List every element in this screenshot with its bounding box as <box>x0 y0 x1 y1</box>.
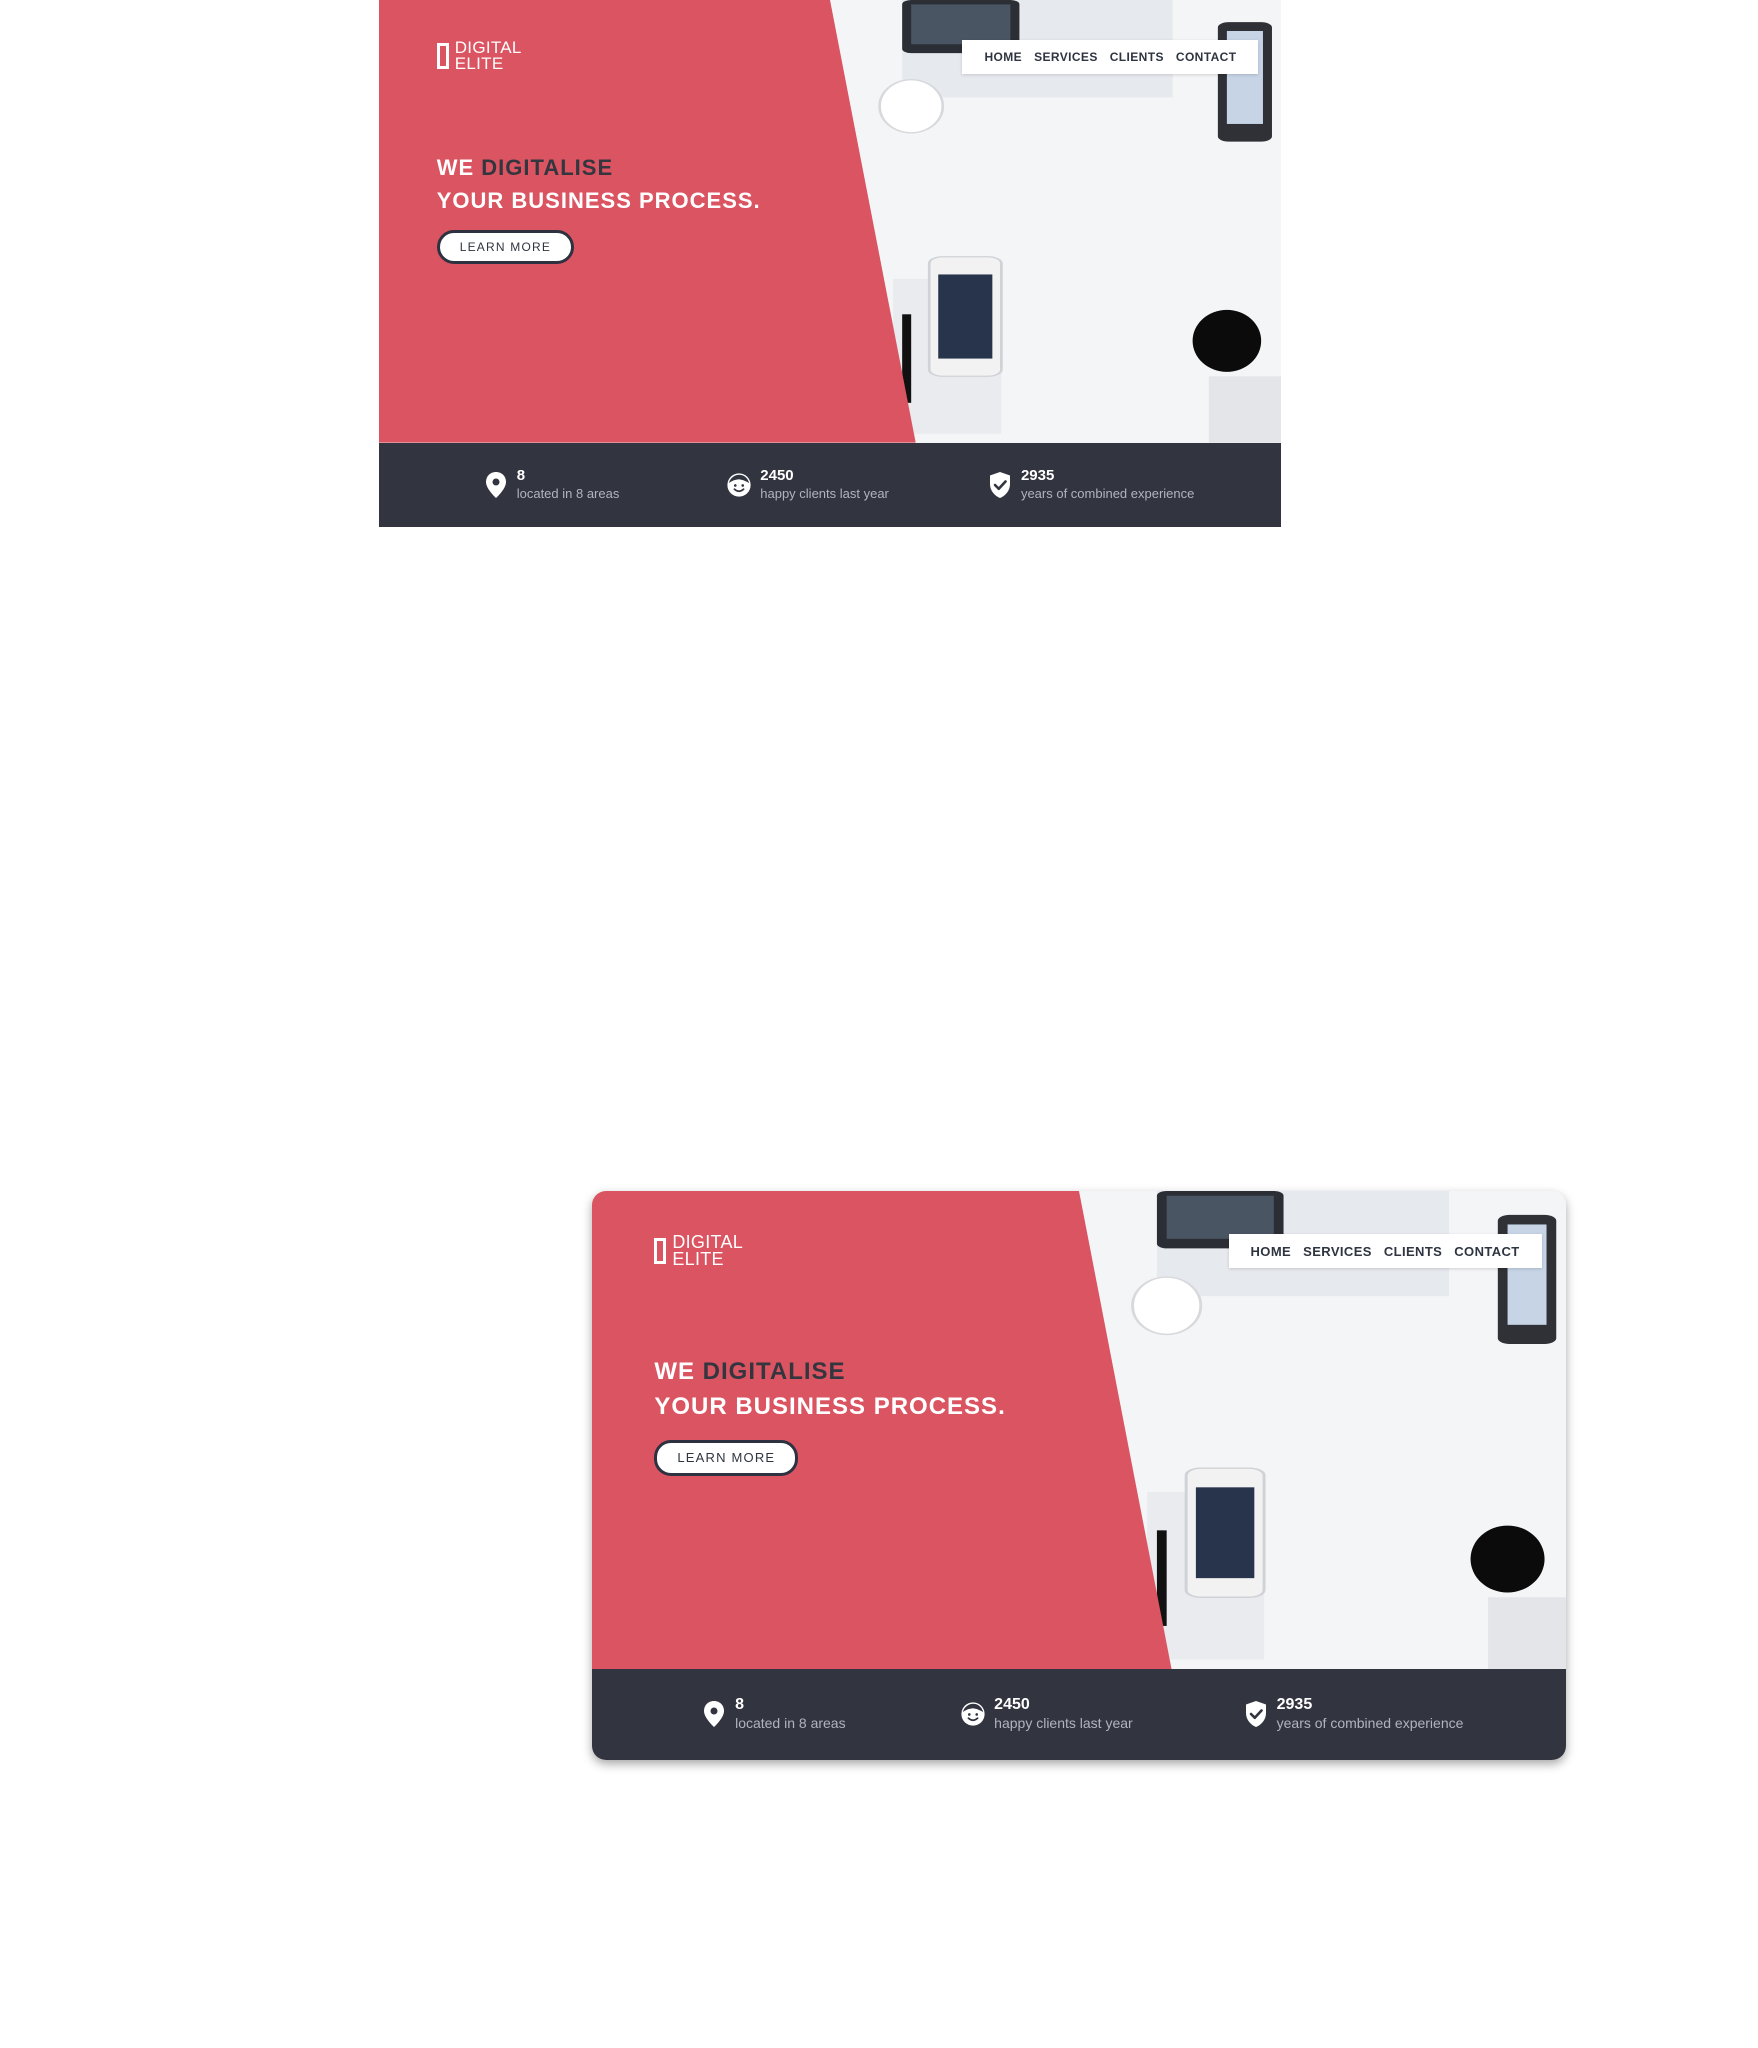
shield-check-icon <box>989 471 1010 498</box>
stat-label: years of combined experience <box>1020 485 1195 501</box>
headline-line-2: YOUR BUSINESS PROCESS. <box>436 187 761 213</box>
stats-bar: 8 located in 8 areas 2450 happy clients … <box>379 442 1281 527</box>
hero-headline: WE DIGITALISE YOUR BUSINESS PROCESS. <box>654 1354 1005 1424</box>
nav-clients[interactable]: CLIENTS <box>1384 1244 1442 1259</box>
top-nav: HOME SERVICES CLIENTS CONTACT <box>962 39 1259 74</box>
stat-number: 2935 <box>1276 1696 1313 1714</box>
shield-check-icon <box>1245 1701 1266 1728</box>
stat-label: happy clients last year <box>994 1715 1133 1732</box>
learn-more-button[interactable]: LEARN MORE <box>654 1439 799 1476</box>
stat-experience: 2935 years of combined experience <box>987 467 1194 503</box>
headline-highlight: DIGITALISE <box>481 154 614 180</box>
brand-logo[interactable]: DIGITAL ELITE <box>436 39 522 73</box>
nav-contact[interactable]: CONTACT <box>1454 1244 1519 1259</box>
nav-clients[interactable]: CLIENTS <box>1110 50 1164 64</box>
nav-services[interactable]: SERVICES <box>1303 1244 1372 1259</box>
hero-headline: WE DIGITALISE YOUR BUSINESS PROCESS. <box>437 151 761 217</box>
stat-label: located in 8 areas <box>516 485 620 501</box>
hero-section: DIGITAL ELITE HOME SERVICES CLIENTS CONT… <box>592 1191 1566 1669</box>
landing-page-mockup-flat: DIGITAL ELITE HOME SERVICES CLIENTS CONT… <box>379 0 1281 527</box>
stat-label: located in 8 areas <box>735 1715 846 1732</box>
headline-line-2: YOUR BUSINESS PROCESS. <box>654 1392 1006 1420</box>
stat-clients: 2450 happy clients last year <box>960 1696 1133 1732</box>
nav-contact[interactable]: CONTACT <box>1176 50 1237 64</box>
stat-number: 8 <box>735 1696 744 1714</box>
stat-locations: 8 located in 8 areas <box>701 1696 846 1732</box>
brand-logo[interactable]: DIGITAL ELITE <box>654 1233 743 1270</box>
logo-mark-icon <box>654 1238 667 1265</box>
location-pin-icon <box>485 471 506 498</box>
stats-bar: 8 located in 8 areas 2450 happy clients … <box>592 1668 1566 1760</box>
learn-more-button[interactable]: LEARN MORE <box>436 230 575 265</box>
stat-number: 8 <box>516 466 526 484</box>
landing-page-mockup-card: DIGITAL ELITE HOME SERVICES CLIENTS CONT… <box>592 1191 1566 1760</box>
logo-mark-icon <box>436 42 449 69</box>
location-pin-icon <box>704 1701 725 1728</box>
nav-services[interactable]: SERVICES <box>1034 50 1098 64</box>
nav-home[interactable]: HOME <box>984 50 1022 64</box>
top-nav: HOME SERVICES CLIENTS CONTACT <box>1228 1234 1542 1269</box>
hero-section: DIGITAL ELITE HOME SERVICES CLIENTS CONT… <box>379 0 1281 443</box>
stat-label: happy clients last year <box>760 485 889 501</box>
stat-experience: 2935 years of combined experience <box>1243 1696 1464 1732</box>
stat-locations: 8 located in 8 areas <box>483 466 620 503</box>
happy-face-icon <box>961 1702 985 1727</box>
stat-number: 2450 <box>994 1696 1030 1714</box>
brand-line-2: ELITE <box>454 53 504 73</box>
headline-highlight: DIGITALISE <box>702 1357 846 1385</box>
headline-prefix: WE <box>654 1357 695 1385</box>
happy-face-icon <box>727 473 751 497</box>
stat-number: 2450 <box>760 466 794 484</box>
stat-label: years of combined experience <box>1276 1715 1464 1732</box>
nav-home[interactable]: HOME <box>1251 1244 1292 1259</box>
brand-line-2: ELITE <box>672 1249 724 1270</box>
headline-prefix: WE <box>436 154 475 180</box>
stat-clients: 2450 happy clients last year <box>726 467 889 503</box>
stat-number: 2935 <box>1020 466 1055 484</box>
